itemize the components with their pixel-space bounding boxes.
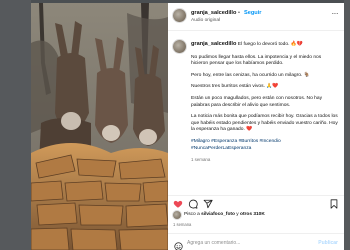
separator-dot: • [238,10,240,16]
backdrop-left [0,0,31,250]
post-date: 1 semana [173,222,192,227]
liker-avatar[interactable] [173,211,181,219]
avatar[interactable] [173,9,186,22]
likes-row: Pisco a silviafoco_foto y otros 310K [173,211,343,221]
comment-icon[interactable] [188,199,198,209]
post-username[interactable]: granja_salcedillo [191,10,236,16]
post-photo[interactable] [31,3,168,250]
audio-label[interactable]: Audio original [191,18,220,23]
heart-icon[interactable] [173,199,183,209]
likes-prefix: Pisco a [184,212,202,217]
hashtags[interactable]: #Milagro #Esperanza #Burritos #Incendio … [191,139,339,152]
caption-username[interactable]: granja_salcedillo [191,41,236,47]
caption-paragraph: Están un poco magullados, pero están con… [191,95,323,108]
publish-button[interactable]: Publicar [318,240,338,246]
likes-text: Pisco a silviafoco_foto y otros 310K [184,212,265,217]
caption-text: granja_salcedillo El fuego lo devoró tod… [191,41,339,164]
comment-bar: Publicar [168,233,344,250]
more-options-icon[interactable]: ··· [332,9,339,18]
caption-avatar[interactable] [173,40,186,53]
action-bar [168,195,344,210]
caption-first-line: El fuego lo devoró todo. 🔥💔 [237,42,303,47]
caption-paragraph: Pero hoy, entre las cenizas, ha ocurrido… [191,72,310,78]
comment-input[interactable] [187,237,312,248]
share-icon[interactable] [203,199,213,209]
caption-paragraph: No pudimos llegar hasta ellos. La impote… [191,54,322,67]
caption-paragraph: Nuestros tres burritos están vivos. 🙏❤️ [191,84,279,90]
post-header: granja_salcedillo • Seguir Audio origina… [168,3,344,31]
likes-count[interactable]: otros 310K [240,212,265,217]
bookmark-icon[interactable] [329,199,339,209]
liker-name[interactable]: silviafoco_foto [201,212,235,217]
follow-button[interactable]: Seguir [244,10,261,16]
backdrop-right [344,0,350,250]
post-panel: granja_salcedillo • Seguir Audio origina… [168,3,344,250]
caption-time: 1 semana [191,157,211,163]
caption: granja_salcedillo El fuego lo devoró tod… [168,36,344,193]
emoji-icon[interactable] [174,238,183,250]
caption-paragraph: La noticia más bonita que podíamos recib… [191,114,338,133]
